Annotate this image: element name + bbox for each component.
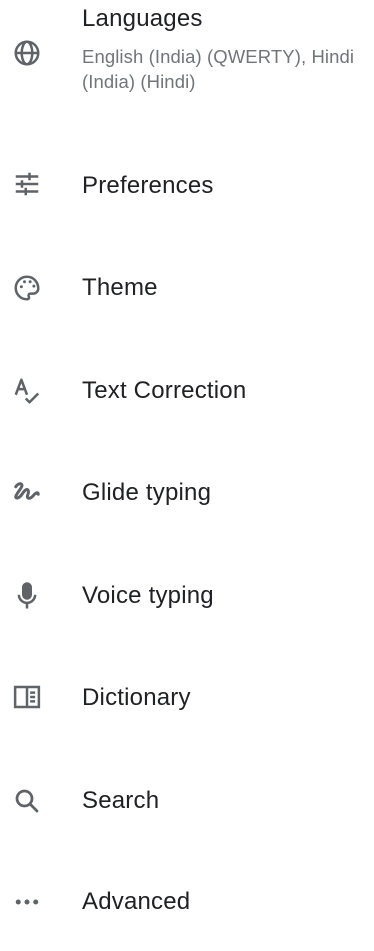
settings-item-title: Theme (82, 274, 158, 301)
settings-item-title: Text Correction (82, 377, 247, 404)
sliders-icon (10, 167, 44, 201)
settings-item-title: Search (82, 787, 160, 814)
settings-item-title: Advanced (82, 888, 191, 915)
settings-item-glide-typing[interactable]: Glide typing (0, 441, 374, 541)
settings-item-title: Voice typing (82, 582, 214, 609)
settings-screen: Languages English (India) (QWERTY), Hind… (0, 0, 374, 915)
microphone-icon (10, 579, 44, 613)
spellcheck-icon (10, 374, 44, 408)
settings-item-title: Languages (82, 5, 203, 32)
settings-item-title: Glide typing (82, 479, 212, 506)
settings-item-voice-typing[interactable]: Voice typing (0, 544, 374, 644)
settings-item-languages[interactable]: Languages English (India) (QWERTY), Hind… (0, 0, 374, 100)
search-icon (10, 784, 44, 818)
settings-item-title: Dictionary (82, 684, 191, 711)
settings-item-theme[interactable]: Theme (0, 236, 374, 336)
gesture-icon (10, 476, 44, 510)
settings-item-text-correction[interactable]: Text Correction (0, 339, 374, 439)
settings-item-search[interactable]: Search (0, 749, 374, 849)
settings-item-preferences[interactable]: Preferences (0, 134, 374, 234)
globe-icon (10, 36, 44, 70)
settings-item-dictionary[interactable]: Dictionary (0, 646, 374, 746)
settings-item-advanced[interactable]: Advanced (0, 851, 374, 951)
palette-icon (10, 271, 44, 305)
settings-item-title: Preferences (82, 172, 214, 199)
settings-item-subtitle: English (India) (QWERTY), Hindi (India) … (82, 46, 355, 92)
book-icon (10, 680, 44, 714)
